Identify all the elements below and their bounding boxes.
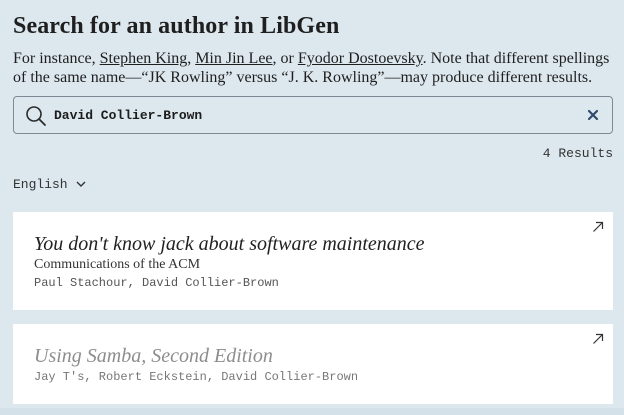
search-icon	[26, 106, 46, 126]
result-card[interactable]: You don't know jack about software maint…	[13, 212, 613, 310]
search-input[interactable]	[54, 105, 574, 125]
results-count: 4 Results	[542, 146, 613, 161]
intro-prefix: For instance,	[13, 50, 100, 67]
close-icon[interactable]	[584, 106, 602, 124]
chevron-down-icon	[76, 181, 86, 187]
example-link-min-jin-lee[interactable]: Min Jin Lee	[195, 50, 272, 67]
example-link-fyodor-dostoevsky[interactable]: Fyodor Dostoevsky	[298, 50, 423, 67]
page-title: Search for an author in LibGen	[13, 13, 340, 39]
external-link-icon[interactable]	[592, 333, 604, 345]
result-venue: Communications of the ACM	[34, 257, 201, 272]
result-title[interactable]: Using Samba, Second Edition	[34, 344, 273, 368]
example-link-stephen-king[interactable]: Stephen King	[100, 50, 188, 67]
external-link-icon[interactable]	[592, 221, 604, 233]
result-authors: Paul Stachour, David Collier-Brown	[34, 276, 279, 290]
language-filter-value: English	[13, 177, 68, 192]
intro-separator: ,	[187, 50, 196, 67]
author-search-box	[13, 96, 613, 134]
result-title[interactable]: You don't know jack about software maint…	[34, 232, 425, 256]
intro-text: For instance, Stephen King, Min Jin Lee,…	[13, 49, 613, 87]
bottom-strip	[0, 408, 624, 415]
intro-separator-or: , or	[272, 50, 298, 67]
language-filter-dropdown[interactable]: English	[13, 177, 86, 192]
result-authors: Jay T's, Robert Eckstein, David Collier-…	[34, 370, 359, 384]
result-card[interactable]: Using Samba, Second Edition Jay T's, Rob…	[13, 324, 613, 404]
